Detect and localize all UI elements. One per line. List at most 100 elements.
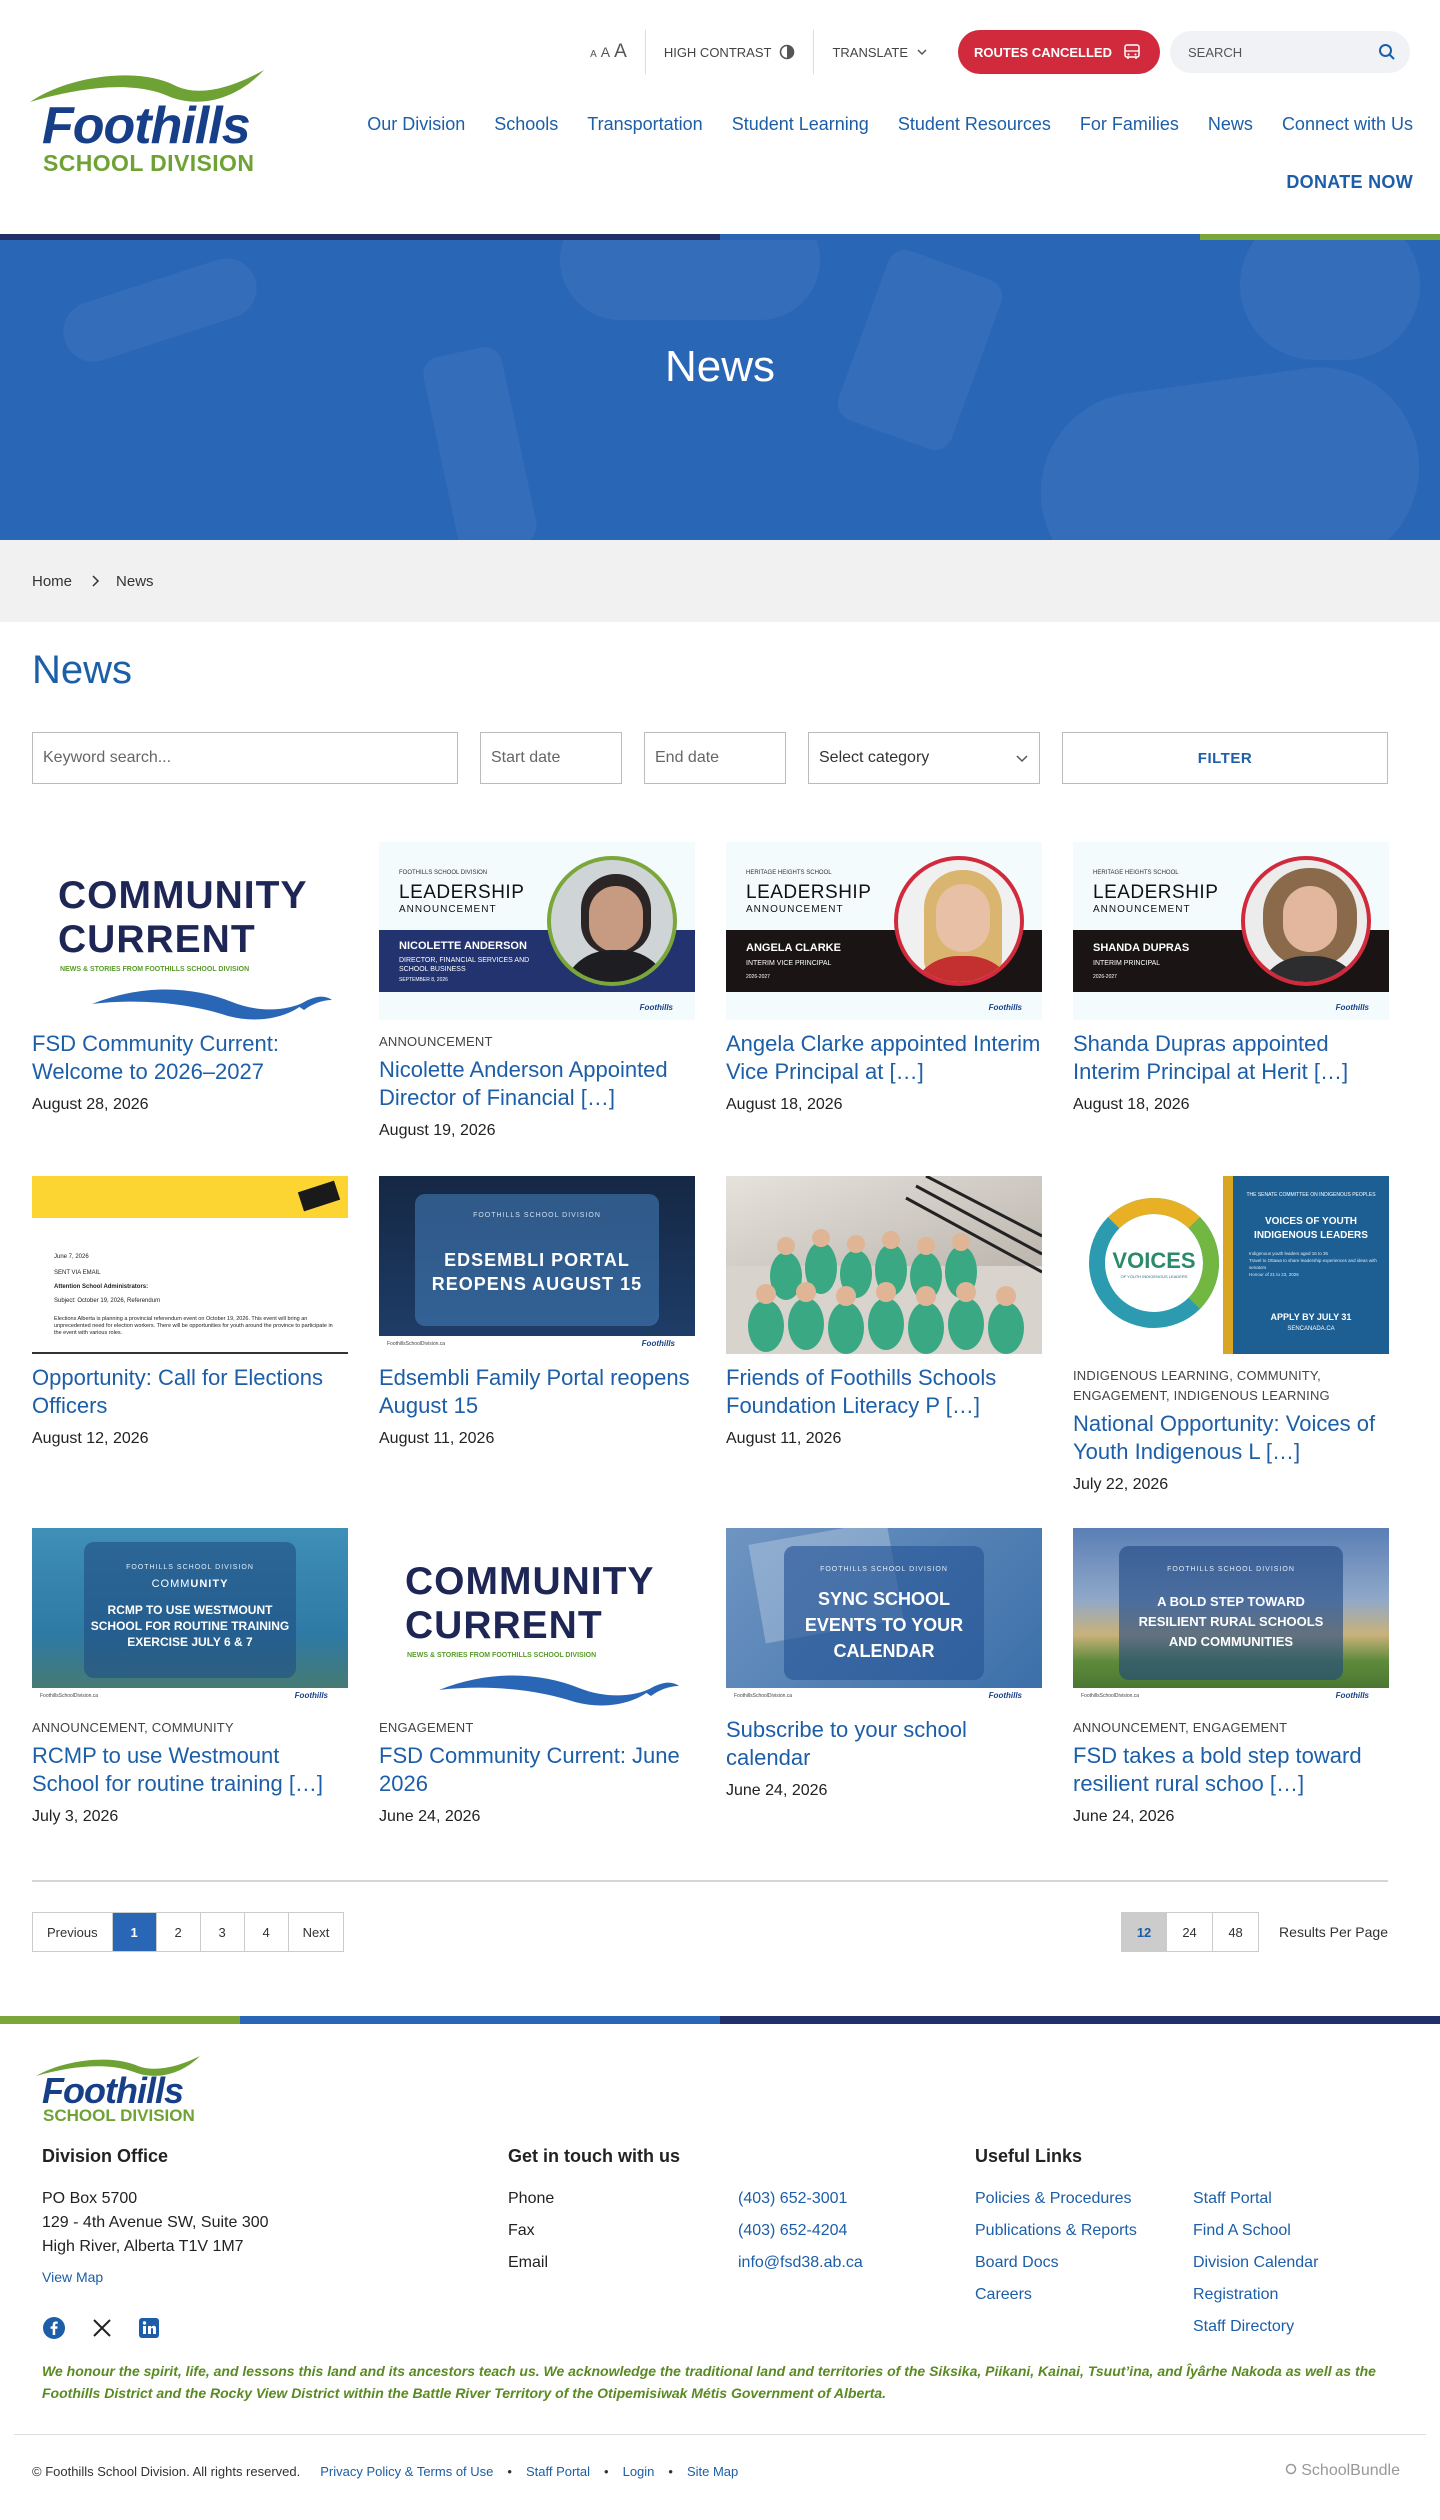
article-thumbnail[interactable]: FOOTHILLS SCHOOL DIVISION SYNC SCHOOL EV… xyxy=(726,1528,1042,1706)
news-card[interactable]: COMMUNITY CURRENT NEWS & STORIES FROM FO… xyxy=(379,1528,695,1826)
news-card[interactable]: June 7, 2026 SENT VIA EMAIL Attention Sc… xyxy=(32,1176,348,1448)
footer-link-registration[interactable]: Registration xyxy=(1193,2283,1393,2307)
article-title[interactable]: National Opportunity: Voices of Youth In… xyxy=(1073,1410,1389,1466)
pagination-next[interactable]: Next xyxy=(288,1913,344,1951)
news-card[interactable]: Friends of Foothills Schools Foundation … xyxy=(726,1176,1042,1448)
footer-link-division-calendar[interactable]: Division Calendar xyxy=(1193,2251,1393,2275)
footer-link-staff-portal[interactable]: Staff Portal xyxy=(1193,2187,1393,2211)
pagination-previous[interactable]: Previous xyxy=(33,1913,113,1951)
thumb-word: COMM xyxy=(151,1578,191,1590)
breadcrumb: Home News xyxy=(0,540,1440,622)
pagination-page-2[interactable]: 2 xyxy=(156,1913,201,1951)
article-title[interactable]: Angela Clarke appointed Interim Vice Pri… xyxy=(726,1030,1042,1086)
article-thumbnail[interactable]: FOOTHILLS SCHOOL DIVISION EDSEMBLI PORTA… xyxy=(379,1176,695,1354)
news-card[interactable]: HERITAGE HEIGHTS SCHOOL LEADERSHIP ANNOU… xyxy=(726,842,1042,1114)
nav-student-learning[interactable]: Student Learning xyxy=(703,114,869,135)
email-link[interactable]: info@fsd38.ab.ca xyxy=(738,2251,863,2275)
news-card[interactable]: HERITAGE HEIGHTS SCHOOL LEADERSHIP ANNOU… xyxy=(1073,842,1389,1114)
article-title[interactable]: Opportunity: Call for Elections Officers xyxy=(32,1364,348,1420)
nav-connect-with-us[interactable]: Connect with Us xyxy=(1253,114,1413,135)
news-card[interactable]: FOOTHILLS SCHOOL DIVISION A BOLD STEP TO… xyxy=(1073,1528,1389,1826)
translate-label: TRANSLATE xyxy=(832,44,909,60)
filter-button[interactable]: FILTER xyxy=(1062,732,1388,784)
thumb-heading: A BOLD STEP TOWARD xyxy=(1157,1594,1305,1609)
pagination-page-3[interactable]: 3 xyxy=(200,1913,245,1951)
footer-link-board-docs[interactable]: Board Docs xyxy=(975,2251,1193,2275)
article-title[interactable]: FSD takes a bold step toward resilient r… xyxy=(1073,1742,1389,1798)
article-title[interactable]: Subscribe to your school calendar xyxy=(726,1716,1042,1772)
high-contrast-toggle[interactable]: HIGH CONTRAST xyxy=(646,44,814,60)
thumb-letter-to: Attention School Administrators: xyxy=(54,1284,149,1290)
text-size-small[interactable]: A xyxy=(590,49,597,60)
site-map-link[interactable]: Site Map xyxy=(687,2464,738,2479)
article-thumbnail[interactable]: June 7, 2026 SENT VIA EMAIL Attention Sc… xyxy=(32,1176,348,1354)
x-icon[interactable] xyxy=(92,2318,112,2338)
article-thumbnail[interactable]: COMMUNITY CURRENT NEWS & STORIES FROM FO… xyxy=(379,1528,695,1706)
news-card[interactable]: FOOTHILLS SCHOOL DIVISION SYNC SCHOOL EV… xyxy=(726,1528,1042,1800)
schoolbundle-credit[interactable]: SchoolBundle xyxy=(1285,2462,1400,2480)
article-thumbnail[interactable] xyxy=(726,1176,1042,1354)
translate-dropdown[interactable]: TRANSLATE xyxy=(814,45,946,60)
per-page-48[interactable]: 48 xyxy=(1213,1912,1260,1952)
phone-link[interactable]: (403) 652-3001 xyxy=(738,2187,847,2211)
article-thumbnail[interactable]: COMMUNITY CURRENT NEWS & STORIES FROM FO… xyxy=(32,842,348,1020)
linkedin-icon[interactable] xyxy=(138,2317,160,2339)
article-thumbnail[interactable]: FOOTHILLS SCHOOL DIVISION COMMUNITY RCMP… xyxy=(32,1528,348,1706)
article-title[interactable]: Edsembli Family Portal reopens August 15 xyxy=(379,1364,695,1420)
thumb-letter-body: Elections Alberta is planning a provinci… xyxy=(54,1316,333,1336)
footer-color-stripe xyxy=(0,2016,1440,2024)
pagination-page-1[interactable]: 1 xyxy=(112,1913,157,1951)
nav-our-division[interactable]: Our Division xyxy=(338,114,465,135)
nav-student-resources[interactable]: Student Resources xyxy=(869,114,1051,135)
article-thumbnail[interactable]: FOOTHILLS SCHOOL DIVISION LEADERSHIP ANN… xyxy=(379,842,695,1020)
per-page-12[interactable]: 12 xyxy=(1121,1912,1168,1952)
footer-link-spacer xyxy=(975,2315,1193,2339)
article-thumbnail[interactable]: HERITAGE HEIGHTS SCHOOL LEADERSHIP ANNOU… xyxy=(726,842,1042,1020)
routes-cancelled-button[interactable]: ROUTES CANCELLED xyxy=(958,30,1160,74)
news-card[interactable]: VOICES OF YOUTH INDIGENOUS LEADERS THE S… xyxy=(1073,1176,1389,1494)
footer-link-find-school[interactable]: Find A School xyxy=(1193,2219,1393,2243)
thumb-site-url: FoothillsSchoolDivision.ca xyxy=(1081,1693,1140,1699)
keyword-search-input[interactable] xyxy=(43,749,447,767)
news-card[interactable]: FOOTHILLS SCHOOL DIVISION COMMUNITY RCMP… xyxy=(32,1528,348,1826)
footer-link-publications[interactable]: Publications & Reports xyxy=(975,2219,1193,2243)
fax-link[interactable]: (403) 652-4204 xyxy=(738,2219,847,2243)
news-card[interactable]: FOOTHILLS SCHOOL DIVISION EDSEMBLI PORTA… xyxy=(379,1176,695,1448)
article-title[interactable]: Shanda Dupras appointed Interim Principa… xyxy=(1073,1030,1389,1086)
separator: • xyxy=(668,2464,673,2479)
staff-portal-link[interactable]: Staff Portal xyxy=(526,2464,590,2479)
article-title[interactable]: Friends of Foothills Schools Foundation … xyxy=(726,1364,1042,1420)
category-select[interactable]: Select category xyxy=(808,732,1040,784)
pagination-page-4[interactable]: 4 xyxy=(244,1913,289,1951)
nav-news[interactable]: News xyxy=(1179,114,1253,135)
footer-link-staff-directory[interactable]: Staff Directory xyxy=(1193,2315,1393,2339)
article-title[interactable]: FSD Community Current: Welcome to 2026–2… xyxy=(32,1030,348,1086)
article-thumbnail[interactable]: FOOTHILLS SCHOOL DIVISION A BOLD STEP TO… xyxy=(1073,1528,1389,1706)
view-map-link[interactable]: View Map xyxy=(42,2269,103,2285)
end-date-field xyxy=(644,732,862,784)
breadcrumb-home[interactable]: Home xyxy=(32,573,72,590)
article-title[interactable]: FSD Community Current: June 2026 xyxy=(379,1742,695,1798)
news-card[interactable]: FOOTHILLS SCHOOL DIVISION LEADERSHIP ANN… xyxy=(379,842,695,1140)
text-size-large[interactable]: A xyxy=(614,41,627,63)
news-card[interactable]: COMMUNITY CURRENT NEWS & STORIES FROM FO… xyxy=(32,842,348,1114)
per-page-24[interactable]: 24 xyxy=(1167,1912,1214,1952)
search-input[interactable] xyxy=(1188,44,1378,60)
footer-link-careers[interactable]: Careers xyxy=(975,2283,1193,2307)
nav-schools[interactable]: Schools xyxy=(465,114,558,135)
text-size-medium[interactable]: A xyxy=(601,44,610,60)
nav-transportation[interactable]: Transportation xyxy=(558,114,702,135)
footer-logo[interactable]: Foothills SCHOOL DIVISION xyxy=(34,2052,204,2125)
footer-link-policies[interactable]: Policies & Procedures xyxy=(975,2187,1193,2211)
donate-now-link[interactable]: DONATE NOW xyxy=(1286,172,1413,193)
article-title[interactable]: Nicolette Anderson Appointed Director of… xyxy=(379,1056,695,1112)
privacy-policy-link[interactable]: Privacy Policy & Terms of Use xyxy=(320,2464,493,2479)
search-icon[interactable] xyxy=(1378,43,1396,61)
foothills-logo[interactable]: Foothills SCHOOL DIVISION xyxy=(28,66,268,176)
nav-for-families[interactable]: For Families xyxy=(1051,114,1179,135)
facebook-icon[interactable] xyxy=(42,2316,66,2340)
article-thumbnail[interactable]: VOICES OF YOUTH INDIGENOUS LEADERS THE S… xyxy=(1073,1176,1389,1354)
login-link[interactable]: Login xyxy=(623,2464,655,2479)
article-title[interactable]: RCMP to use Westmount School for routine… xyxy=(32,1742,348,1798)
article-thumbnail[interactable]: HERITAGE HEIGHTS SCHOOL LEADERSHIP ANNOU… xyxy=(1073,842,1389,1020)
